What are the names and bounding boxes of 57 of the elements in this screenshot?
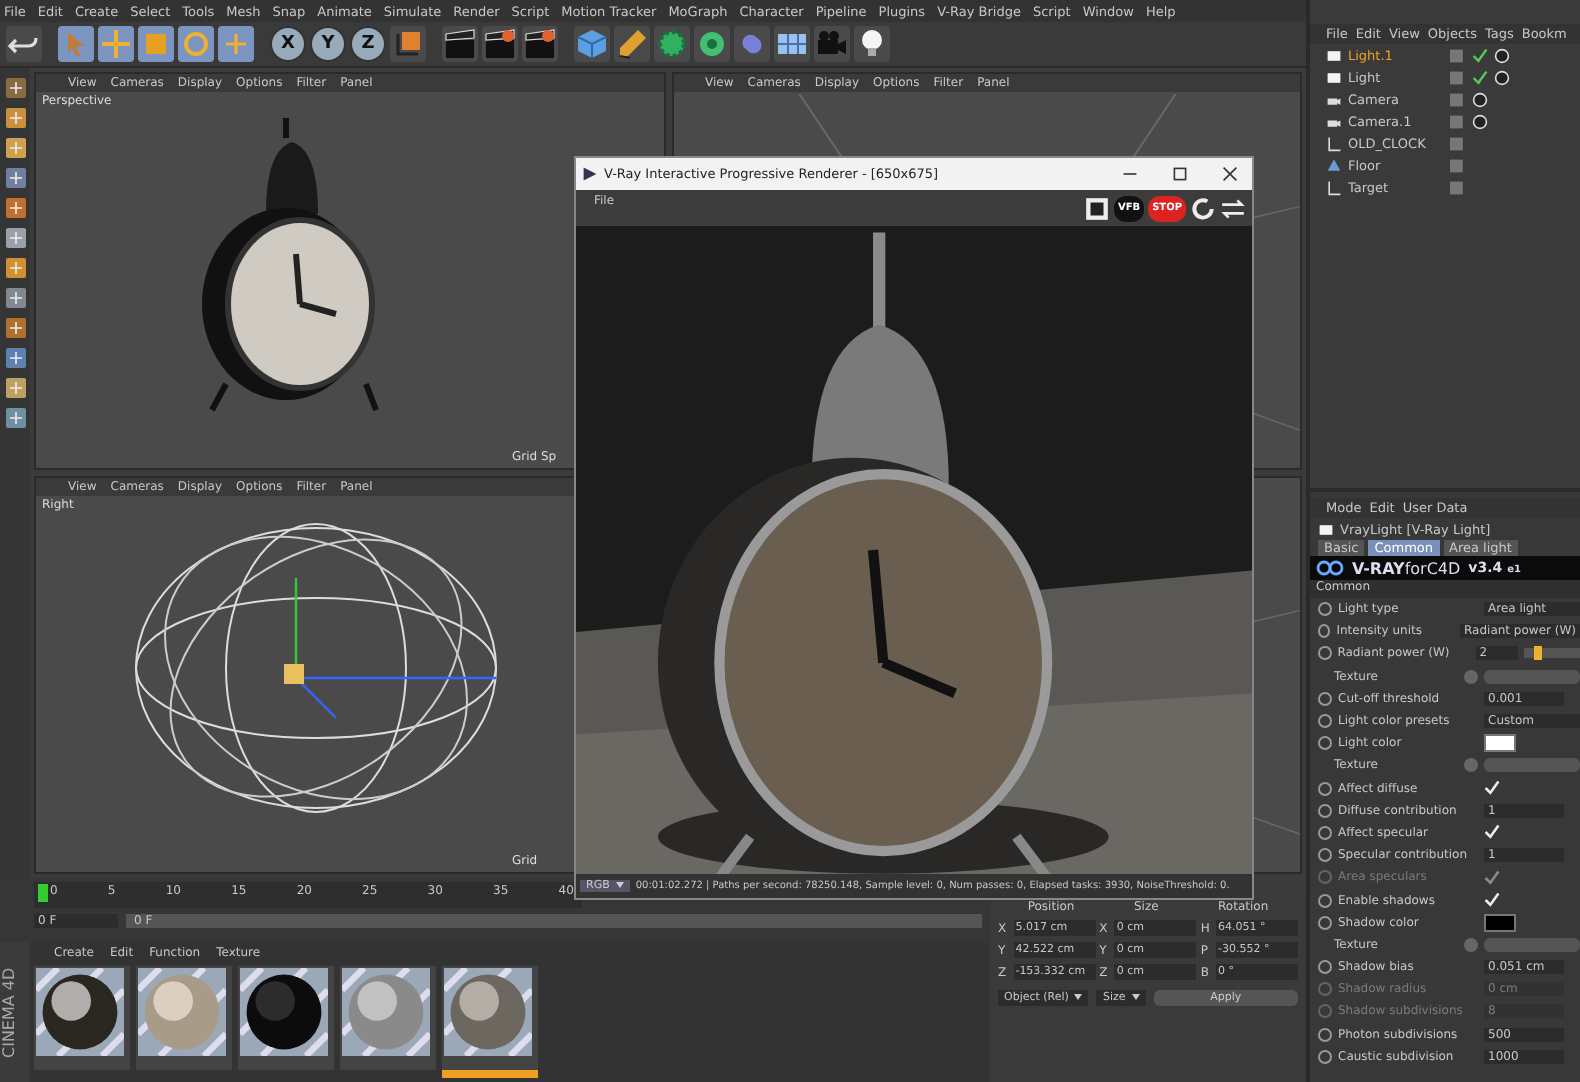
light-icon — [1326, 69, 1342, 85]
checkbox[interactable] — [1484, 892, 1500, 909]
light-bulb-icon[interactable] — [854, 26, 890, 62]
slider-handle[interactable] — [1534, 646, 1543, 661]
material-slot[interactable] — [238, 966, 334, 1070]
axis-button[interactable]: X — [270, 26, 306, 62]
tool-icon[interactable] — [3, 76, 27, 100]
save-icon[interactable] — [1083, 195, 1110, 221]
color-swatch[interactable] — [1484, 734, 1516, 753]
close-icon — [1222, 166, 1238, 182]
app-icon — [582, 166, 598, 182]
clapperboard-icon[interactable] — [442, 26, 478, 62]
checkbox[interactable] — [1484, 780, 1500, 797]
tool-icon[interactable] — [3, 316, 27, 340]
texture-field[interactable] — [1484, 669, 1580, 684]
light-icon — [1326, 47, 1342, 63]
tool-icon[interactable] — [3, 346, 27, 370]
material-slot[interactable] — [136, 966, 232, 1070]
swap-arrows-icon[interactable] — [1220, 195, 1246, 221]
undo-icon[interactable] — [6, 26, 42, 62]
tool-icon[interactable] — [3, 136, 27, 160]
grid-icon[interactable] — [774, 26, 810, 62]
light-icon — [1318, 521, 1334, 537]
texture-field[interactable] — [1484, 937, 1580, 952]
null-object-icon — [1326, 135, 1342, 151]
cube-icon[interactable] — [574, 26, 610, 62]
tool-icon[interactable] — [3, 256, 27, 280]
clapperboard-icon[interactable] — [522, 26, 558, 62]
texture-field[interactable] — [1484, 758, 1580, 773]
banner-text: V-RAYforC4D — [1352, 559, 1461, 577]
tool-icon[interactable] — [3, 406, 27, 430]
material-slot[interactable] — [340, 966, 436, 1070]
color-swatch[interactable] — [1484, 913, 1516, 932]
brand-label: CINEMA 4D — [0, 964, 20, 1062]
gear-icon[interactable] — [654, 26, 690, 62]
coordinate-system-icon[interactable] — [390, 26, 426, 62]
checkbox[interactable] — [1484, 824, 1500, 841]
logo-icon — [1316, 560, 1344, 576]
axis-button[interactable]: Z — [350, 26, 386, 62]
axis-button[interactable]: Y — [310, 26, 346, 62]
tool-icon[interactable] — [3, 166, 27, 190]
checkmark-icon — [1484, 780, 1500, 797]
tool-icon[interactable] — [3, 226, 27, 250]
tool-icon[interactable] — [3, 286, 27, 310]
floor-icon — [1326, 157, 1342, 173]
checkmark-icon — [1484, 824, 1500, 841]
refresh-icon[interactable] — [1190, 195, 1216, 221]
material-slot[interactable] — [442, 966, 538, 1078]
null-object-icon — [1326, 179, 1342, 195]
tool-icon[interactable] — [3, 196, 27, 220]
clapperboard-icon[interactable] — [482, 26, 518, 62]
tool-icon[interactable] — [3, 106, 27, 130]
material-slot[interactable] — [34, 966, 130, 1070]
maximize-icon — [1172, 166, 1188, 182]
capsule-icon[interactable] — [734, 26, 770, 62]
tool-icon[interactable] — [3, 376, 27, 400]
pen-icon[interactable] — [614, 26, 650, 62]
